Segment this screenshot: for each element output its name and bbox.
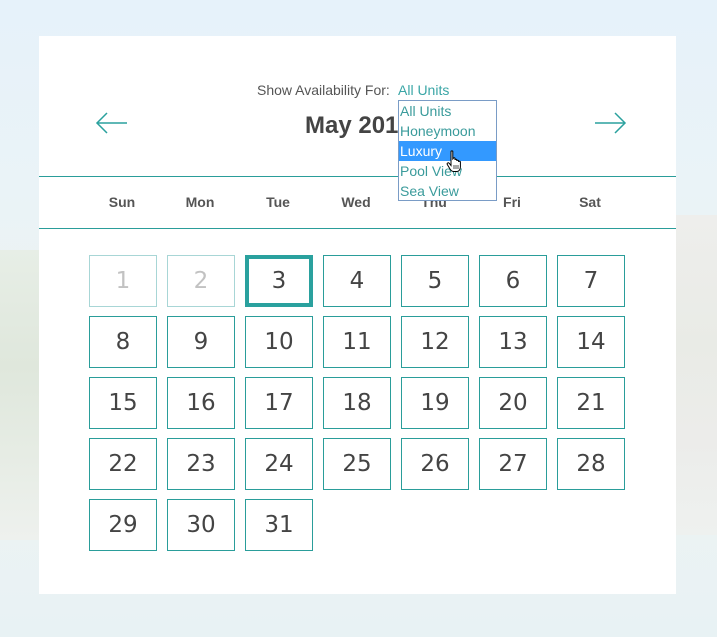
day-cell[interactable]: 21 <box>557 377 625 429</box>
arrow-right-icon <box>595 112 627 134</box>
day-cell[interactable]: 26 <box>401 438 469 490</box>
day-cell[interactable]: 4 <box>323 255 391 307</box>
header-divider-top <box>39 176 676 177</box>
background-image-right <box>675 215 717 535</box>
availability-label: Show Availability For: <box>257 82 390 98</box>
day-cell[interactable]: 24 <box>245 438 313 490</box>
day-cell[interactable]: 6 <box>479 255 547 307</box>
day-cell[interactable]: 29 <box>89 499 157 551</box>
day-cell[interactable]: 28 <box>557 438 625 490</box>
day-cell[interactable]: 12 <box>401 316 469 368</box>
weekday-wed: Wed <box>341 194 371 210</box>
unit-select-dropdown[interactable]: All Units Honeymoon Luxury Pool View Sea Vie… <box>398 100 497 201</box>
unit-option-pool-view[interactable]: Pool View <box>399 161 496 181</box>
day-cell[interactable]: 11 <box>323 316 391 368</box>
day-cell[interactable]: 17 <box>245 377 313 429</box>
availability-calendar-panel: Show Availability For: All Units May 201… <box>39 36 676 594</box>
day-cell: 2 <box>167 255 235 307</box>
header-divider-bottom <box>39 228 676 229</box>
day-cell[interactable]: 5 <box>401 255 469 307</box>
day-cell[interactable]: 14 <box>557 316 625 368</box>
day-cell[interactable]: 23 <box>167 438 235 490</box>
day-cell[interactable]: 13 <box>479 316 547 368</box>
day-cell[interactable]: 30 <box>167 499 235 551</box>
day-cell[interactable]: 25 <box>323 438 391 490</box>
day-cell[interactable]: 19 <box>401 377 469 429</box>
prev-month-button[interactable] <box>94 110 130 136</box>
unit-option-sea-view[interactable]: Sea View <box>399 181 496 201</box>
next-month-button[interactable] <box>592 110 628 136</box>
day-cell[interactable]: 16 <box>167 377 235 429</box>
day-cell[interactable]: 7 <box>557 255 625 307</box>
background-image-left <box>0 250 40 540</box>
day-cell[interactable]: 15 <box>89 377 157 429</box>
arrow-left-icon <box>95 112 127 134</box>
weekday-tue: Tue <box>266 194 290 210</box>
day-cell[interactable]: 22 <box>89 438 157 490</box>
day-cell: 1 <box>89 255 157 307</box>
unit-option-all-units[interactable]: All Units <box>399 101 496 121</box>
day-cell-today[interactable]: 3 <box>245 255 313 307</box>
unit-option-honeymoon[interactable]: Honeymoon <box>399 121 496 141</box>
day-cell[interactable]: 10 <box>245 316 313 368</box>
day-cell[interactable]: 31 <box>245 499 313 551</box>
day-cell[interactable]: 27 <box>479 438 547 490</box>
weekday-header: Sun Mon Tue Wed Thu Fri Sat <box>39 194 676 214</box>
unit-option-luxury[interactable]: Luxury <box>399 141 496 161</box>
month-title: May 201 <box>305 112 399 139</box>
day-cell[interactable]: 18 <box>323 377 391 429</box>
day-cell[interactable]: 20 <box>479 377 547 429</box>
day-cell[interactable]: 9 <box>167 316 235 368</box>
unit-select[interactable]: All Units <box>398 82 449 98</box>
day-cell[interactable]: 8 <box>89 316 157 368</box>
weekday-sun: Sun <box>108 194 136 210</box>
weekday-sat: Sat <box>579 194 601 210</box>
weekday-mon: Mon <box>185 194 215 210</box>
